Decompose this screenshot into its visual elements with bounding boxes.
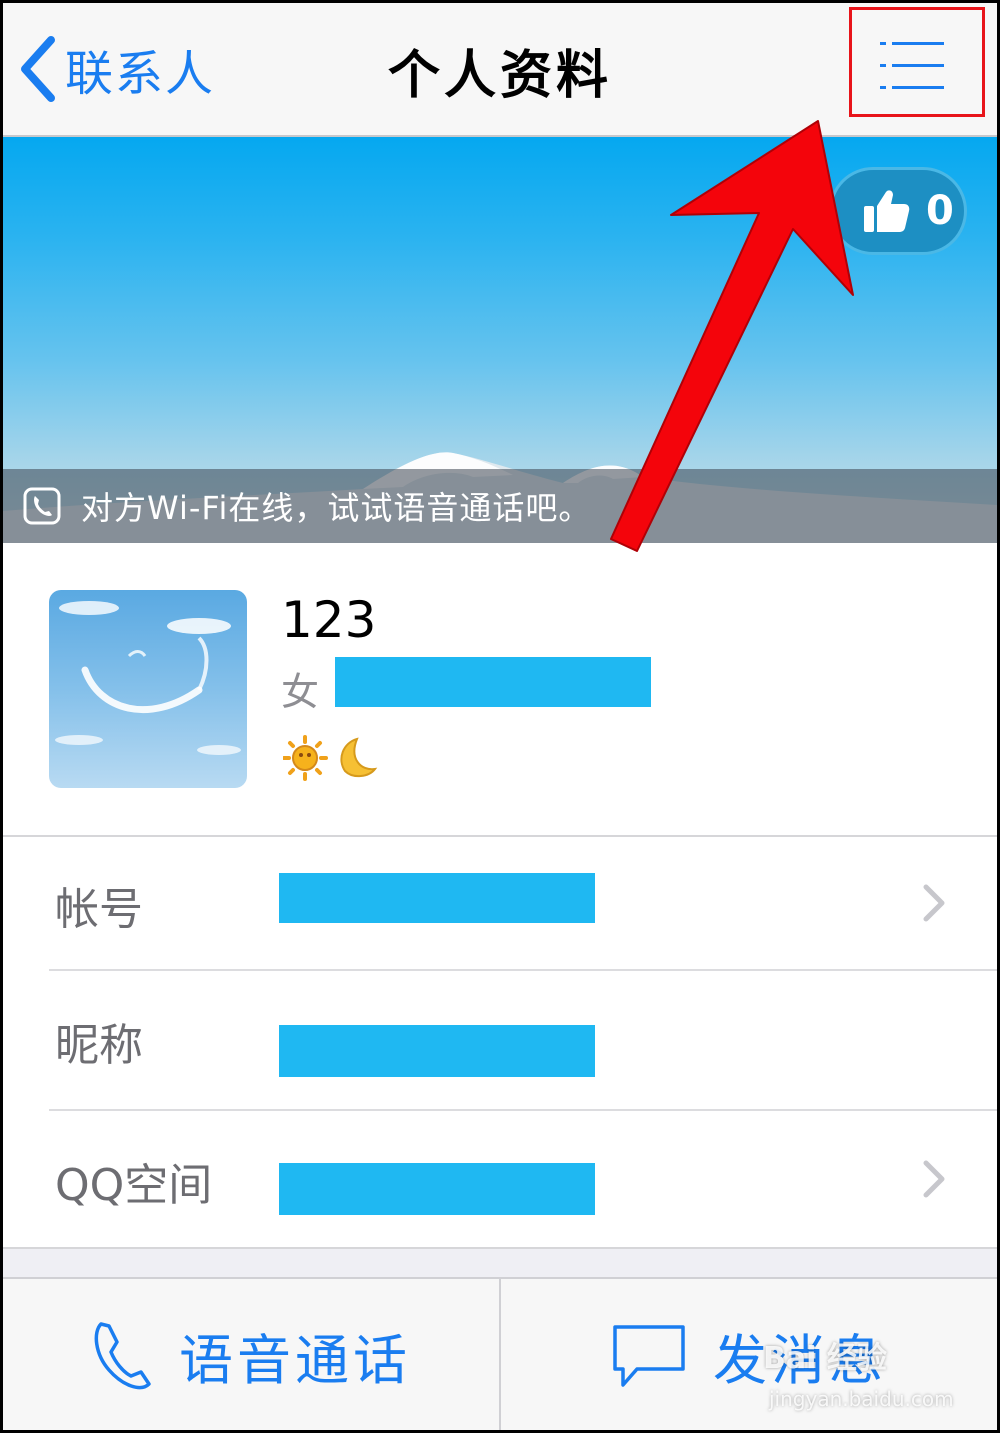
qq-level-icons xyxy=(283,735,378,781)
redacted-info-bar xyxy=(335,657,651,707)
chevron-right-icon xyxy=(923,1160,945,1198)
voice-call-hint-bar[interactable]: 对方Wi-Fi在线，试试语音通话吧。 xyxy=(3,469,997,543)
avatar-sky-smile-image xyxy=(55,601,241,755)
gender-label: 女 xyxy=(281,670,320,714)
redacted-nickname xyxy=(279,1025,595,1077)
phone-handset-icon xyxy=(94,1321,151,1389)
menu-button[interactable] xyxy=(849,7,985,117)
row-label: 帐号 xyxy=(55,884,143,935)
list-item-account[interactable]: 帐号 xyxy=(3,835,997,971)
chat-bubble-icon xyxy=(613,1324,685,1387)
menu-list-icon xyxy=(880,42,944,89)
like-count: 0 xyxy=(926,188,954,234)
list-item-nickname[interactable]: 昵称 xyxy=(3,971,997,1107)
moon-icon xyxy=(340,737,378,777)
redacted-account xyxy=(279,873,595,923)
phone-icon xyxy=(23,487,61,525)
row-label: 昵称 xyxy=(55,1020,143,1071)
watermark: Bai 经验 xyxy=(763,1341,887,1376)
voice-call-button[interactable]: 语音通话 xyxy=(3,1279,499,1430)
list-item-qzone[interactable]: QQ空间 xyxy=(3,1111,997,1247)
cover-banner: 0 对方Wi-Fi在线，试试语音通话吧。 xyxy=(3,137,997,543)
row-label: QQ空间 xyxy=(55,1160,213,1211)
profile-screen: 联系人 个人资料 0 对方Wi-Fi在线，试试语音通话吧。 123 女 帐号 昵… xyxy=(3,3,997,1430)
thumbs-up-icon xyxy=(864,190,910,232)
chevron-right-icon xyxy=(923,884,945,922)
page-title: 个人资料 xyxy=(387,46,612,106)
redacted-qzone xyxy=(279,1163,595,1215)
voice-hint-text: 对方Wi-Fi在线，试试语音通话吧。 xyxy=(81,489,592,527)
voice-call-label: 语音通话 xyxy=(179,1329,411,1392)
section-gap xyxy=(3,1247,997,1279)
watermark-url: jingyan.baidu.com xyxy=(769,1387,954,1411)
like-button[interactable]: 0 xyxy=(829,167,967,255)
profile-name: 123 xyxy=(281,591,377,649)
navigation-bar: 联系人 个人资料 xyxy=(3,3,997,137)
sun-icon xyxy=(283,735,328,781)
avatar[interactable] xyxy=(49,590,247,788)
profile-summary: 123 女 xyxy=(3,543,997,837)
